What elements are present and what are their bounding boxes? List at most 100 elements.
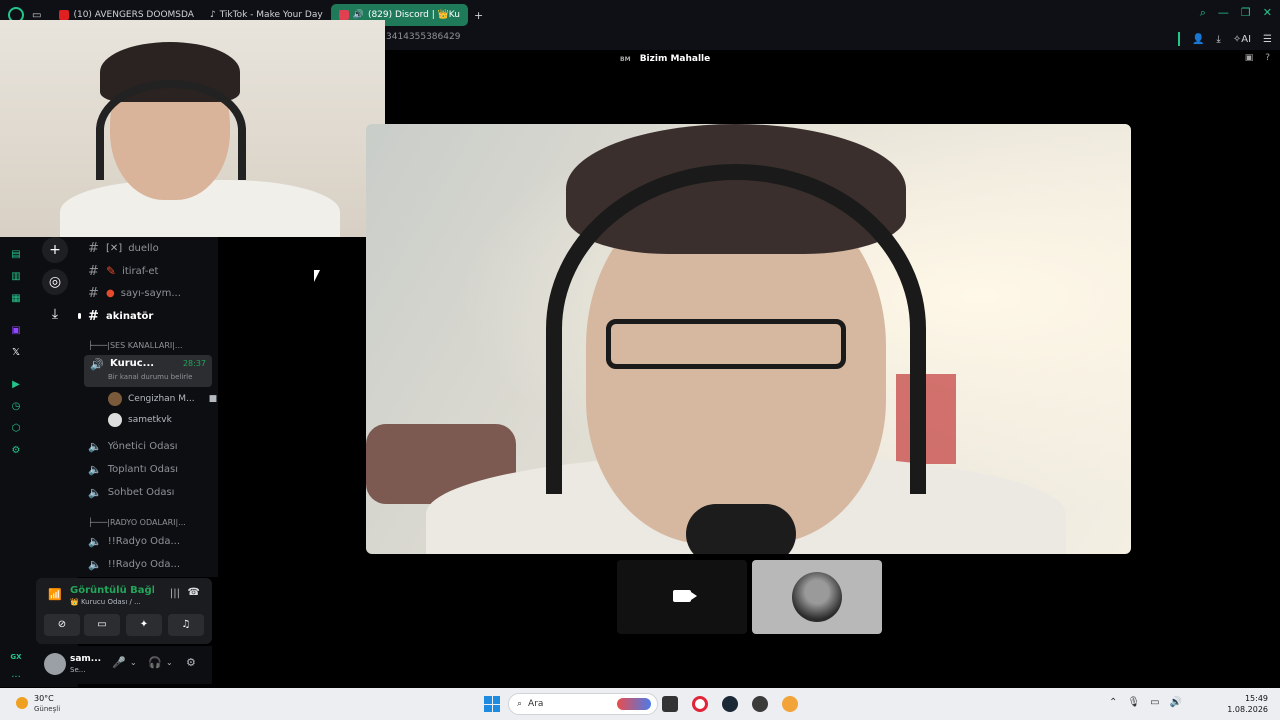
call-header: BM Bizim Mahalle ▣ ? — [385, 50, 1280, 70]
voice-timer: 28:37 — [182, 359, 206, 368]
download-icon[interactable]: ⤓ — [1216, 34, 1220, 45]
screen-share-button[interactable]: ▭ — [84, 614, 120, 636]
add-server-icon[interactable]: + — [42, 237, 68, 263]
voice-channel-yonetici[interactable]: 🔈 Yönetici Odası — [88, 437, 178, 455]
unread-indicator — [78, 313, 81, 319]
start-button[interactable] — [484, 696, 500, 712]
active-voice-channel[interactable]: 🔊 Kuruc... 28:37 Bir kanal durumu belirl… — [84, 355, 212, 387]
speaker-icon: 🔈 — [88, 534, 102, 548]
channel-list: # [✕] duello # ✎ itiraf-et # ● sayı-saym… — [78, 237, 218, 577]
opera-gx-taskbar-icon[interactable] — [692, 696, 708, 712]
soundboard-button[interactable]: ♫ — [168, 614, 204, 636]
discord-taskbar-icon[interactable] — [752, 696, 768, 712]
search-placeholder: Ara — [528, 699, 544, 709]
weather-desc[interactable]: Güneşli — [34, 705, 60, 713]
chevron-down-icon[interactable]: ⌄ — [130, 658, 137, 667]
channel-akinator[interactable]: # akinatör — [78, 307, 153, 325]
extensions-icon[interactable]: ⬡ — [10, 423, 22, 435]
desktop: ▭ (10) AVENGERS DOOMSDA ♪ TikTok - Make … — [0, 0, 1280, 720]
headphones-icon[interactable]: 🎧 — [148, 656, 162, 669]
settings-icon[interactable]: ⚙ — [10, 445, 22, 457]
player-icon[interactable]: ▶ — [10, 379, 22, 391]
history-icon[interactable]: ◷ — [10, 401, 22, 413]
new-tab-button[interactable]: + — [474, 9, 483, 22]
microphone-icon[interactable]: 🎤 — [112, 656, 126, 669]
explore-icon[interactable]: ◎ — [42, 269, 68, 295]
voice-channel-toplanti[interactable]: 🔈 Toplantı Odası — [88, 460, 178, 478]
participant-tile-camera[interactable] — [617, 560, 747, 634]
disconnect-icon[interactable]: ☎ — [188, 587, 200, 598]
call-header-icons: ▣ ? — [1245, 53, 1270, 63]
voice-channel-radyo-2[interactable]: 🔈 !!Radyo Oda... — [88, 555, 180, 573]
activities-button[interactable]: ✦ — [126, 614, 162, 636]
category-ses-kanallari[interactable]: ├───|SES KANALLARI|... — [88, 341, 183, 350]
network-icon[interactable]: ▭ — [1150, 697, 1159, 708]
user-avatar[interactable] — [44, 653, 66, 675]
speaker-icon: 🔊 — [352, 10, 364, 20]
gx-label[interactable]: GX — [10, 651, 22, 663]
windows-taskbar: 30°C Güneşli ⌕ Ara ⌃ 🎙 ▭ 🔊 15:49 1.08.20… — [0, 688, 1280, 720]
x-icon[interactable]: 𝕏 — [10, 347, 22, 359]
search-icon[interactable]: ⌕ — [1200, 6, 1206, 20]
username[interactable]: sam... — [70, 654, 101, 664]
twitch-icon[interactable]: ▣ — [10, 325, 22, 337]
speaker-icon: 🔈 — [88, 462, 102, 476]
restore-icon[interactable]: ❐ — [1241, 6, 1251, 20]
camera-icon: ■ — [208, 394, 218, 404]
menu-icon[interactable]: ☰ — [1263, 34, 1272, 45]
channel-itiraf-et[interactable]: # ✎ itiraf-et — [88, 262, 158, 280]
video-camera-icon — [673, 590, 691, 602]
video-microphone — [686, 504, 796, 554]
chevron-down-icon[interactable]: ⌄ — [166, 658, 173, 667]
taskbar-search[interactable]: ⌕ Ara — [508, 693, 658, 715]
voice-channel-radyo-1[interactable]: 🔈 !!Radyo Oda... — [88, 532, 180, 550]
connection-status[interactable]: Görüntülü Bağlantı — [70, 585, 154, 596]
task-view-icon[interactable] — [662, 696, 678, 712]
hash-icon: # — [88, 263, 99, 279]
voice-speaker-icon: 🔊 — [90, 358, 104, 371]
channel-sayi-saymaca[interactable]: # ● sayı-saym... — [88, 284, 181, 302]
workspace-icon[interactable]: ▤ — [10, 249, 22, 261]
category-radyo-odalari[interactable]: ├───|RADYO ODALARI|... — [88, 518, 186, 527]
channel-duello[interactable]: # [✕] duello — [88, 239, 159, 257]
channel-status[interactable]: Bir kanal durumu belirle — [108, 373, 192, 381]
profile-icon[interactable]: 👤 — [1192, 34, 1204, 45]
url-text[interactable]: 3414355386429 — [386, 32, 460, 42]
main-video-tile[interactable] — [366, 124, 1131, 554]
voice-channel-sohbet[interactable]: 🔈 Sohbet Odası — [88, 483, 174, 501]
steam-icon[interactable] — [722, 696, 738, 712]
user-status: Se... — [70, 666, 86, 674]
hash-icon: # — [88, 285, 99, 301]
search-icon: ⌕ — [517, 699, 523, 709]
minimize-icon[interactable]: — — [1218, 6, 1229, 20]
messenger-icon[interactable]: ▦ — [10, 293, 22, 305]
user-settings-icon[interactable]: ⚙ — [186, 656, 196, 669]
camera-off-button[interactable]: ⊘ — [44, 614, 80, 636]
noise-suppression-icon[interactable]: ||| — [170, 588, 180, 599]
participant-avatar — [792, 572, 842, 622]
participant-tile-avatar[interactable] — [752, 560, 882, 634]
weather-temp[interactable]: 30°C — [34, 694, 54, 703]
ai-button[interactable]: ✧AI — [1233, 34, 1251, 45]
volume-icon[interactable]: 🔊 — [1170, 697, 1182, 708]
more-icon[interactable]: ... — [10, 669, 22, 681]
webcam-overlay — [0, 20, 385, 237]
voice-member[interactable]: sametkvk — [108, 412, 172, 428]
signal-icon[interactable]: 📶 — [48, 588, 62, 601]
system-clock[interactable]: 15:49 1.08.2026 — [1227, 693, 1268, 715]
mouse-cursor-icon — [314, 270, 320, 282]
close-icon[interactable]: ✕ — [1263, 6, 1272, 20]
user-panel: sam... Se... 🎤 ⌄ 🎧 ⌄ ⚙ — [36, 646, 212, 684]
tab-list-icon[interactable]: ▭ — [32, 10, 41, 21]
mic-tray-icon[interactable]: 🎙 — [1127, 697, 1140, 708]
notes-icon[interactable]: ▥ — [10, 271, 22, 283]
weather-sun-icon[interactable] — [16, 697, 28, 709]
opera-taskbar-icon[interactable] — [782, 696, 798, 712]
voice-member[interactable]: Cengizhan M... ■ — [108, 391, 217, 407]
download-apps-icon[interactable]: ⤓ — [42, 301, 68, 327]
voice-connection-panel: 📶 Görüntülü Bağlantı 👑 Kurucu Odası / ..… — [36, 578, 212, 644]
inbox-icon[interactable]: ▣ — [1245, 53, 1254, 63]
help-icon[interactable]: ? — [1265, 53, 1270, 63]
chevron-up-icon[interactable]: ⌃ — [1109, 697, 1117, 708]
connection-channel[interactable]: 👑 Kurucu Odası / ... — [70, 598, 141, 606]
